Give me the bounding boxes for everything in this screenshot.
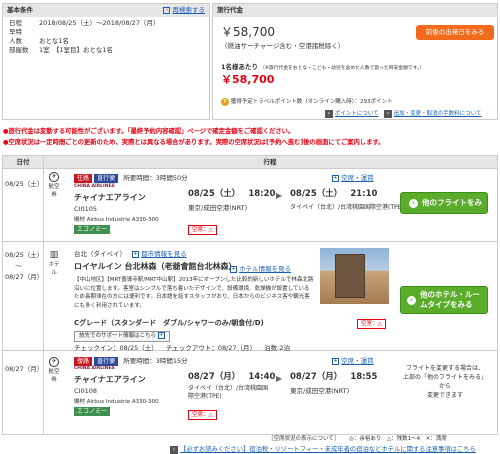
leg2-airline: チャイナエアライン [74, 375, 146, 384]
leg1-date: 08/25（土） [5, 180, 44, 188]
arrow-icon: › [409, 198, 418, 208]
row-divider [3, 168, 497, 169]
basic-header: 基本条件 › 再検索する [3, 4, 209, 17]
col-itinerary: 行程 [263, 158, 277, 166]
leg1-flight: CI0105 [74, 205, 97, 213]
arrow-icon: › [170, 446, 178, 454]
leg1-arrival: 08/25（土） 21:10 タイペイ（台北）/台湾桃園国際空港(TPE) [290, 189, 404, 211]
basic-row-people: 人数 おとな1名 [9, 37, 69, 45]
arrow-icon: › [325, 110, 333, 118]
open-icon: + [132, 250, 140, 258]
hotel-kind: ▥ ホテル [48, 250, 60, 276]
leg2-duration: 所要時間：3時間15分 [123, 357, 188, 365]
points-link[interactable]: ポイントについて [335, 111, 379, 117]
hotel-dates: 08/25（土） 〜 08/27（月） [5, 251, 44, 281]
notice-1: ●旅行代金は変動する可能性がございます。「最終予約内容確認」ページで確定金額をご… [3, 128, 295, 135]
points-row: P 獲得予定トラベルポイント数（オンライン購入時）：293ポイント [221, 97, 393, 106]
hotel-stay-row: チェックイン：08/25（土） チェックアウト：08/27（月） 泊数:2泊 [74, 344, 290, 352]
leg1-arrow-icon: ▶ [276, 191, 283, 200]
leg2-flight: CI0108 [74, 387, 97, 395]
leg1-departure: 08/25（土） 18:20 東京/成田空港(NRT) [188, 189, 276, 212]
leg2-arrival: 08/27（月） 18:55 東京/成田空港(NRT) [290, 372, 378, 395]
leg1-seat-status: 空席：△ [188, 225, 217, 235]
arrow-icon: › [407, 296, 416, 305]
open-icon: + [332, 174, 339, 182]
leg2-arrow-icon: ▶ [276, 374, 283, 383]
col-date: 日付 [16, 158, 30, 166]
per-person-row: 1名様あたり （※旅行代金をおとな・こども・幼児を含めた人数で割った目安金額です… [221, 63, 425, 71]
total-price-note: （燃油サーチャージ含む・空港諸税除く） [221, 42, 345, 50]
price-links: › ポイントについて › 追加・変更・取消の手数料について [325, 109, 481, 118]
airplane-icon: ✈ [49, 357, 59, 367]
city-info-link[interactable]: 都市情報を見る [141, 250, 187, 258]
open-icon: + [230, 265, 237, 273]
leg1-kind: ✈ 航空券 [48, 172, 60, 198]
leg2-seat-status: 空席：△ [188, 410, 217, 420]
row-divider [3, 241, 497, 242]
china-airlines-logo: CHINA AIRLINES [74, 366, 115, 371]
search-icon: › [163, 6, 171, 14]
return-tag: 復路 [74, 357, 93, 366]
support-info-button[interactable]: 旅先でのサポート情報はこちら + [74, 331, 170, 342]
hotel-name: ロイヤルイン 台北林森（老爺會館台北林森） [74, 262, 237, 271]
point-icon: P [221, 98, 229, 106]
change-flight-note: フライトを変更する場合は、 上部の「他のフライトをみる」 から 変更できます [402, 365, 487, 399]
basic-row-rooms: 部屋数 1室 【1室目】おとな1名 [9, 46, 113, 54]
basic-row-schedule: 日程 2018/08/25（土）〜2018/08/27（月） [9, 19, 160, 27]
seat-legend: ［空席状況の表示について］ ◎：余裕あり △：残数1〜4 ✕：満席 [268, 436, 447, 442]
direct-tag: 直行便 [94, 174, 119, 183]
change-date-button[interactable]: 前後の出発日をみる [416, 25, 494, 40]
hotel-room: Cグレード（スタンダード ダブル/シャワーのみ/朝食付/D) [74, 319, 264, 327]
hotel-area-row: 台北（タイペイ） + 都市情報を見る [74, 250, 187, 258]
other-flights-button[interactable]: › 他のフライトをみる [400, 192, 488, 227]
basic-row-early: 早特 [9, 28, 22, 36]
airplane-icon: ✈ [49, 172, 59, 182]
leg2-departure: 08/27（月） 14:40 タイペイ（台北）/台湾桃園国際空港(TPE) [188, 372, 276, 400]
leg2-detail-link[interactable]: + 空席・運賃 [332, 355, 374, 365]
basic-conditions-panel: 基本条件 › 再検索する 日程 2018/08/25（土）〜2018/08/27（… [2, 3, 210, 120]
direct-tag: 直行便 [94, 357, 119, 366]
hotel-icon: ▥ [49, 250, 59, 260]
leg2-tags: 復路 直行便 所要時間：3時間15分 [74, 355, 188, 366]
leg2-aircraft: 機材 Airbus Industrie A330-300 [74, 399, 159, 405]
hotel-info-link[interactable]: + ホテル情報を見る [230, 263, 291, 273]
leg2-kind: ✈ 航空券 [48, 357, 60, 383]
leg2-cabin: エコノミー [74, 407, 111, 416]
leg1-tags: 往路 直行便 所要時間：3時間50分 [74, 172, 188, 183]
per-person-price: ￥58,700 [221, 73, 275, 86]
col-divider [43, 156, 44, 434]
hotel-description: 【中山地区】【MRT善導寺駅/MRT中山駅】2013年にオープンした比較的新しい… [74, 277, 314, 309]
china-airlines-logo: CHINA AIRLINES [74, 184, 115, 189]
research-link[interactable]: › 再検索する [163, 4, 205, 17]
leg1-airline: チャイナエアライン [74, 193, 146, 202]
price-panel: 旅行代金 ￥58,700 （燃油サーチャージ含む・空港諸税除く） 前後の出発日を… [212, 3, 498, 120]
fees-link[interactable]: 追加・変更・取消の手数料について [394, 111, 482, 117]
open-icon: + [157, 332, 165, 339]
basic-header-title: 基本条件 [7, 6, 33, 14]
basic-rows: 日程 2018/08/25（土）〜2018/08/27（月） 早特 人数 おとな1名… [3, 17, 209, 57]
hotel-vacancy: 空室：△ [357, 319, 386, 329]
notice-2: ●空席状況は一定時間ごとの更新のため、実際とは異なる場合があります。実際の空席状… [3, 139, 385, 146]
leg1-duration: 所要時間：3時間50分 [123, 174, 188, 182]
leg1-aircraft: 機材 Airbus Industrie A330-300 [74, 217, 159, 223]
total-price: ￥58,700 [221, 25, 275, 39]
price-header: 旅行代金 [213, 4, 497, 17]
table-header: 日付 行程 [3, 156, 497, 168]
hotel-building-shape [335, 254, 365, 298]
hotel-photo [320, 248, 389, 304]
leg2-date: 08/27（月） [5, 365, 44, 373]
open-icon: + [332, 357, 339, 365]
other-hotels-button[interactable]: › 他のホテル・ルームタイプをみる [400, 286, 488, 314]
outbound-tag: 往路 [74, 174, 93, 183]
hotel-notes-link[interactable]: › 【必ずお読みください】宿泊税・リゾートフィー・未成年者の宿泊などホテルに関す… [170, 444, 476, 454]
leg1-cabin: エコノミー [74, 225, 111, 234]
arrow-icon: › [383, 110, 392, 118]
leg1-detail-link[interactable]: + 空席・運賃 [332, 172, 374, 182]
